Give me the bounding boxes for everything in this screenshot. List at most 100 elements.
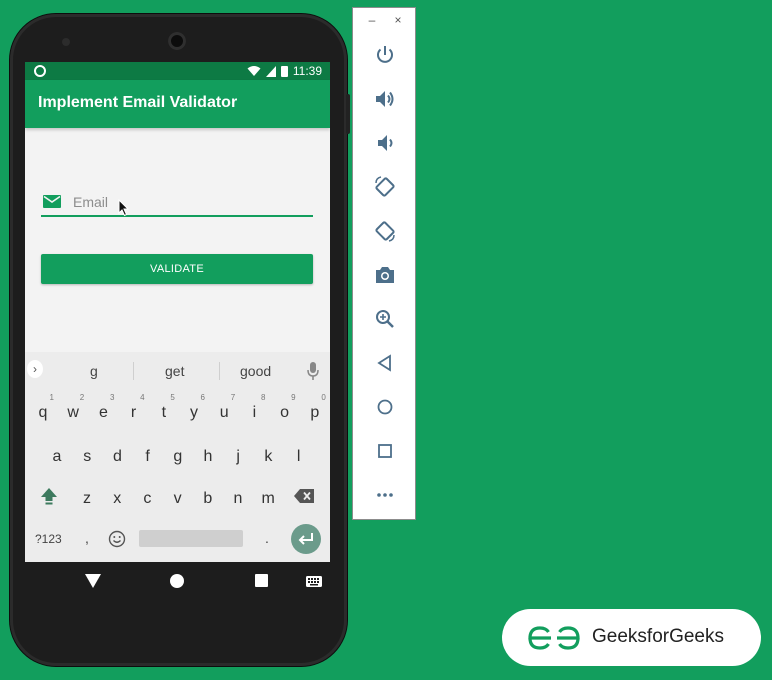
app-bar: Implement Email Validator (25, 80, 330, 128)
key-b[interactable]: b (193, 482, 223, 512)
key-label: q (38, 404, 48, 421)
key-label: d (112, 448, 122, 465)
shift-icon[interactable] (39, 486, 59, 506)
mouse-cursor-icon (118, 199, 130, 217)
rotate-left-icon[interactable] (373, 175, 397, 199)
key-label: l (296, 448, 301, 465)
back-nav-icon[interactable] (85, 574, 101, 588)
key-label: r (130, 404, 137, 421)
key-k[interactable]: k (253, 440, 283, 470)
email-field-row (41, 190, 316, 217)
more-icon[interactable] (373, 483, 397, 507)
key-q[interactable]: 1q (28, 393, 58, 426)
emoji-icon[interactable] (108, 530, 126, 548)
key-s[interactable]: s (72, 440, 102, 470)
key-p[interactable]: 0p (300, 393, 330, 426)
key-digit-hint: 7 (230, 393, 236, 402)
key-label: u (219, 404, 229, 421)
key-digit-hint: 5 (170, 393, 175, 402)
nav-bar (25, 562, 330, 602)
key-r[interactable]: 4r (119, 393, 149, 426)
key-label: j (236, 448, 240, 465)
key-y[interactable]: 6y (179, 393, 209, 426)
wifi-icon (247, 66, 261, 76)
mic-icon[interactable] (307, 362, 319, 380)
key-label: m (261, 490, 275, 507)
key-c[interactable]: c (132, 482, 162, 512)
email-underline (41, 215, 313, 217)
key-label: c (143, 490, 152, 507)
period-key[interactable]: . (265, 530, 269, 546)
home-nav-icon[interactable] (170, 574, 184, 588)
back-icon[interactable] (373, 351, 397, 375)
overview-icon[interactable] (373, 439, 397, 463)
chevron-right-icon[interactable]: › (27, 360, 43, 378)
key-e[interactable]: 3e (88, 393, 118, 426)
key-label: n (233, 490, 243, 507)
key-n[interactable]: n (223, 482, 253, 512)
key-i[interactable]: 8i (239, 393, 269, 426)
key-z[interactable]: z (72, 482, 102, 512)
zoom-icon[interactable] (373, 307, 397, 331)
key-digit-hint: 4 (140, 393, 145, 402)
keyboard-switch-icon[interactable] (306, 576, 322, 587)
suggestion-divider (133, 362, 134, 380)
key-label: v (173, 490, 182, 507)
key-digit-hint: 1 (49, 393, 54, 402)
key-label: i (252, 404, 257, 421)
suggestion-item[interactable]: get (165, 363, 184, 379)
suggestion-item[interactable]: good (240, 363, 271, 379)
key-label: w (67, 404, 79, 421)
key-x[interactable]: x (102, 482, 132, 512)
phone-side-button (346, 94, 350, 134)
email-input[interactable] (71, 190, 316, 214)
camera-icon[interactable] (373, 263, 397, 287)
close-icon[interactable]: × (392, 14, 404, 26)
key-digit-hint: 9 (291, 393, 296, 402)
key-u[interactable]: 7u (209, 393, 239, 426)
gfg-logo-icon (528, 626, 580, 650)
key-d[interactable]: d (102, 440, 132, 470)
key-digit-hint: 6 (200, 393, 205, 402)
key-digit-hint: 2 (79, 393, 85, 402)
key-label: p (310, 404, 320, 421)
key-label: f (145, 448, 150, 465)
notification-icon (34, 65, 46, 77)
key-o[interactable]: 9o (270, 393, 300, 426)
key-j[interactable]: j (223, 440, 253, 470)
symbols-key[interactable]: ?123 (35, 532, 62, 546)
key-w[interactable]: 2w (58, 393, 88, 426)
key-a[interactable]: a (42, 440, 72, 470)
key-label: t (161, 404, 167, 421)
suggestion-divider (219, 362, 220, 380)
key-label: g (173, 448, 183, 465)
rotate-right-icon[interactable] (373, 219, 397, 243)
suggestion-bar: › g get good (25, 352, 330, 388)
key-label: z (83, 490, 91, 507)
mail-icon (43, 195, 61, 208)
validate-button[interactable]: VALIDATE (41, 254, 313, 284)
key-v[interactable]: v (163, 482, 193, 512)
suggestion-item[interactable]: g (90, 363, 98, 379)
front-sensor (62, 38, 70, 46)
key-h[interactable]: h (193, 440, 223, 470)
soft-keyboard: › g get good 1q2w3e4r5t6y7u8i9o0p asdfgh… (25, 352, 330, 562)
home-icon[interactable] (373, 395, 397, 419)
minimize-icon[interactable]: – (366, 14, 378, 26)
key-l[interactable]: l (284, 440, 314, 470)
enter-key[interactable] (291, 524, 321, 554)
key-g[interactable]: g (163, 440, 193, 470)
comma-key[interactable]: , (85, 530, 89, 546)
recents-nav-icon[interactable] (255, 574, 268, 587)
emulator-toolbar: – × (352, 7, 416, 520)
space-key[interactable] (139, 530, 243, 547)
backspace-icon[interactable] (294, 489, 314, 503)
key-label: k (264, 448, 273, 465)
volume-up-icon[interactable] (373, 87, 397, 111)
key-t[interactable]: 5t (149, 393, 179, 426)
key-label: s (83, 448, 92, 465)
power-icon[interactable] (373, 43, 397, 67)
key-f[interactable]: f (133, 440, 163, 470)
key-m[interactable]: m (253, 482, 283, 512)
volume-down-icon[interactable] (373, 131, 397, 155)
